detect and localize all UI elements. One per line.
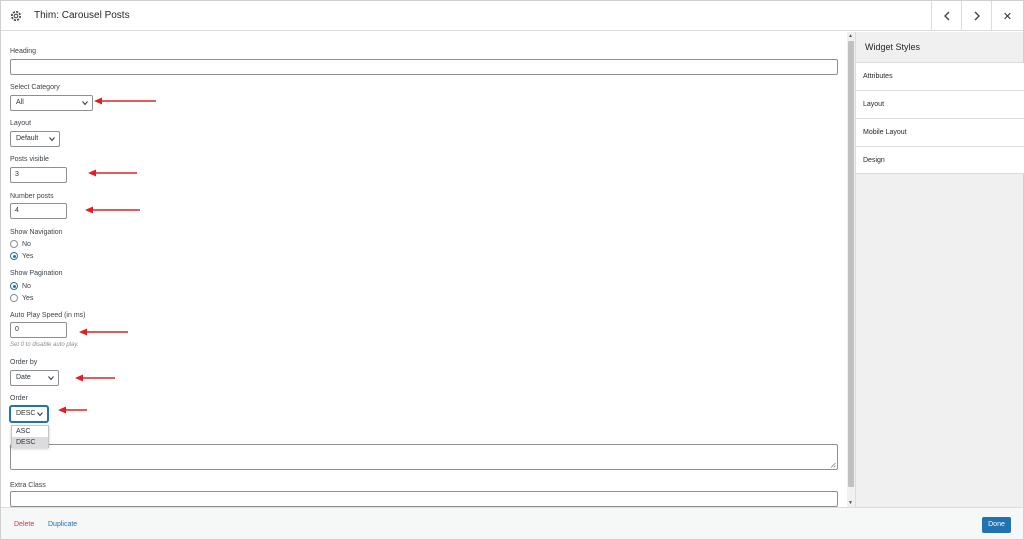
- chevron-down-icon: [48, 376, 54, 381]
- sidebar-item-design[interactable]: Design: [856, 146, 1024, 174]
- category-value: All: [16, 99, 24, 106]
- show-navigation-yes-option[interactable]: Yes: [10, 251, 33, 261]
- posts-visible-input[interactable]: 3: [10, 167, 67, 183]
- show-pagination-no-option[interactable]: No: [10, 281, 31, 291]
- done-button[interactable]: Done: [982, 517, 1011, 533]
- sidebar-title: Widget Styles: [865, 42, 921, 52]
- radio-button-checked[interactable]: [10, 252, 18, 260]
- order-label: Order: [10, 395, 28, 402]
- widget-editor-modal: Thim: Carousel Posts ✕ Heading Select Ca…: [0, 0, 1024, 540]
- order-option-desc[interactable]: DESC: [12, 437, 48, 448]
- show-pagination-yes-option[interactable]: Yes: [10, 293, 33, 303]
- category-label: Select Category: [10, 84, 60, 91]
- duplicate-link[interactable]: Duplicate: [48, 521, 77, 528]
- close-icon: ✕: [1002, 10, 1013, 23]
- annotation-arrow-icon: [75, 374, 115, 382]
- radio-button[interactable]: [10, 294, 18, 302]
- chevron-down-icon: [49, 137, 55, 142]
- delete-link[interactable]: Delete: [14, 521, 34, 528]
- radio-label: No: [22, 240, 31, 248]
- annotation-arrow-icon: [79, 328, 128, 336]
- custom-textarea[interactable]: [10, 444, 838, 470]
- posts-visible-label: Posts visible: [10, 156, 49, 163]
- order-dropdown-list: ASC DESC: [11, 425, 49, 448]
- scroll-down-icon[interactable]: ▼: [848, 500, 853, 506]
- number-posts-input[interactable]: 4: [10, 203, 67, 219]
- widget-styles-sidebar: Widget Styles Attributes Layout Mobile L…: [855, 32, 1024, 507]
- radio-button-checked[interactable]: [10, 282, 18, 290]
- show-pagination-label: Show Pagination: [10, 270, 63, 277]
- show-navigation-no-option[interactable]: No: [10, 239, 31, 249]
- autoplay-input[interactable]: 0: [10, 322, 67, 338]
- form-scrollbar[interactable]: ▲ ▼: [847, 32, 855, 507]
- show-navigation-label: Show Navigation: [10, 229, 63, 236]
- extra-class-label: Extra Class: [10, 482, 46, 489]
- modal-header: Thim: Carousel Posts ✕: [1, 1, 1023, 31]
- layout-select[interactable]: Default: [10, 131, 60, 147]
- annotation-arrow-icon: [88, 169, 137, 177]
- gear-icon: [10, 10, 22, 22]
- sidebar-sections: Attributes Layout Mobile Layout Design: [856, 62, 1024, 174]
- order-by-value: Date: [16, 374, 31, 381]
- modal-footer: Delete Duplicate Done: [1, 507, 1023, 539]
- category-select[interactable]: All: [10, 95, 93, 111]
- radio-label: No: [22, 282, 31, 290]
- number-posts-label: Number posts: [10, 193, 54, 200]
- heading-label: Heading: [10, 48, 37, 55]
- chevron-down-icon: [37, 412, 43, 417]
- sidebar-item-attributes[interactable]: Attributes: [856, 62, 1024, 90]
- modal-title: Thim: Carousel Posts: [34, 10, 130, 21]
- order-by-label: Order by: [10, 359, 38, 366]
- radio-label: Yes: [22, 252, 34, 260]
- chevron-down-icon: [82, 101, 88, 106]
- layout-value: Default: [16, 135, 39, 142]
- annotation-arrow-icon: [58, 406, 87, 414]
- next-widget-button[interactable]: [961, 1, 991, 31]
- order-option-asc[interactable]: ASC: [12, 426, 48, 437]
- radio-button[interactable]: [10, 240, 18, 248]
- scrollbar-thumb[interactable]: [848, 41, 854, 487]
- chevron-left-icon: [943, 11, 949, 21]
- annotation-arrow-icon: [94, 97, 156, 105]
- chevron-right-icon: [974, 11, 980, 21]
- scroll-up-icon[interactable]: ▲: [848, 33, 853, 39]
- close-button[interactable]: ✕: [991, 1, 1023, 31]
- annotation-arrow-icon: [85, 206, 140, 214]
- heading-input[interactable]: [10, 59, 838, 75]
- extra-class-input[interactable]: [10, 491, 838, 507]
- resize-grip-icon[interactable]: [830, 462, 836, 468]
- widget-form: Heading Select Category All Layout Defau…: [1, 32, 847, 507]
- radio-label: Yes: [22, 294, 34, 302]
- order-value: DESC: [16, 410, 36, 417]
- order-select[interactable]: DESC: [10, 406, 48, 422]
- sidebar-item-layout[interactable]: Layout: [856, 90, 1024, 118]
- layout-label: Layout: [10, 120, 32, 127]
- previous-widget-button[interactable]: [931, 1, 961, 31]
- order-by-select[interactable]: Date: [10, 370, 59, 386]
- sidebar-item-mobile-layout[interactable]: Mobile Layout: [856, 118, 1024, 146]
- autoplay-help-text: Set 0 to disable auto play.: [10, 342, 79, 348]
- autoplay-label: Auto Play Speed (in ms): [10, 312, 86, 319]
